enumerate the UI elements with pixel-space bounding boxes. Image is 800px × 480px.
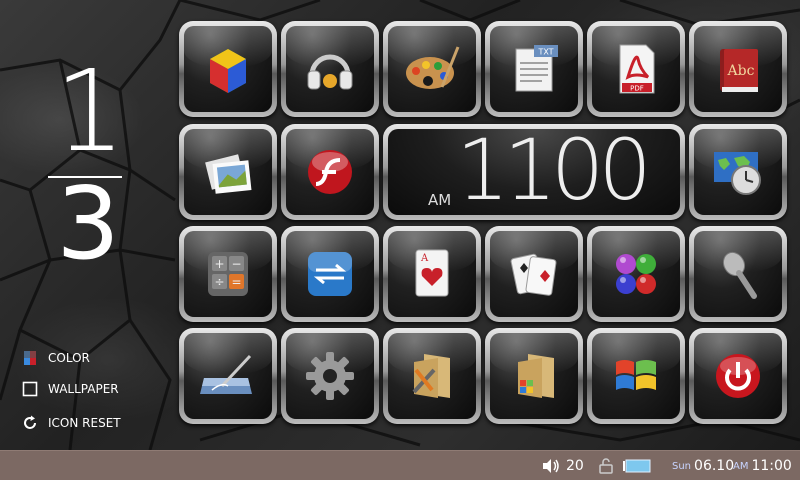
txt-badge: TXT [537, 48, 553, 57]
total-pages-number: 3 [56, 165, 120, 282]
microphone-icon [722, 251, 757, 299]
pdf-badge: PDF [630, 85, 644, 93]
wallpaper-option[interactable]: WALLPAPER [22, 381, 119, 397]
page-indicator: 1 3 [38, 47, 138, 282]
volume-indicator[interactable]: 20 [542, 451, 584, 480]
wallpaper-frame-icon [22, 381, 38, 397]
headphones-icon [307, 54, 353, 90]
status-date: Sun 06.10 [672, 451, 734, 480]
app-flash-player[interactable] [281, 124, 379, 220]
folder-tools-icon [412, 354, 450, 398]
status-ampm: AM [733, 460, 749, 472]
speaker-icon [543, 459, 559, 473]
app-color-balls[interactable] [587, 226, 685, 322]
color-option[interactable]: COLOR [22, 350, 90, 366]
svg-text:−: − [231, 257, 241, 271]
color-option-label: COLOR [48, 351, 90, 365]
app-settings[interactable] [281, 328, 379, 424]
battery-indicator [622, 451, 652, 480]
world-clock-icon [714, 152, 761, 195]
app-calculator[interactable]: + − ÷ = [179, 226, 277, 322]
clock-widget[interactable]: AM 1100 [383, 124, 685, 220]
calculator-icon: + −÷ = [208, 252, 248, 296]
app-music[interactable] [281, 21, 379, 117]
current-page-number: 1 [54, 47, 125, 177]
text-document-icon: TXT [515, 45, 558, 92]
svg-text:=: = [231, 275, 241, 289]
app-media-player[interactable] [179, 21, 277, 117]
photo-gallery-icon [205, 154, 252, 194]
app-solitaire[interactable]: A [383, 226, 481, 322]
app-power[interactable] [689, 328, 787, 424]
unlock-icon [599, 458, 613, 474]
icon-reset-option[interactable]: ICON RESET [22, 415, 121, 431]
flash-player-icon [308, 150, 352, 194]
app-notepad[interactable] [179, 328, 277, 424]
app-world-clock[interactable] [689, 124, 787, 220]
icon-reset-label: ICON RESET [48, 416, 121, 430]
app-dictionary[interactable]: Abc [689, 21, 787, 117]
folder-windows-icon [518, 354, 554, 398]
app-recorder[interactable] [689, 226, 787, 322]
page-divider [48, 176, 122, 178]
app-windows[interactable] [587, 328, 685, 424]
status-time: AM 11:00 [733, 451, 792, 480]
wallpaper-option-label: WALLPAPER [48, 382, 119, 396]
pdf-document-icon: PDF [619, 44, 655, 94]
app-gallery[interactable] [179, 124, 277, 220]
status-date-value: 06.10 [694, 458, 735, 474]
battery-icon [623, 459, 651, 473]
clock-time: 1100 [456, 129, 652, 215]
clock-ampm: AM [428, 191, 452, 209]
app-text-viewer[interactable]: TXT [485, 21, 583, 117]
status-time-value: 11:00 [751, 458, 792, 474]
notepad-pen-icon [200, 354, 252, 394]
svg-text:+: + [214, 257, 224, 271]
app-file-explorer[interactable] [485, 328, 583, 424]
volume-value: 20 [566, 458, 584, 474]
app-paint[interactable] [383, 21, 481, 117]
sync-transfer-icon [308, 252, 352, 296]
paint-palette-icon [406, 46, 460, 89]
color-swatch-icon [22, 350, 38, 366]
app-sync[interactable] [281, 226, 379, 322]
lock-indicator[interactable] [599, 451, 613, 480]
status-day: Sun [672, 460, 692, 472]
media-player-icon [210, 49, 246, 93]
status-bar: 20 Sun 06.10 AM 11:00 [0, 450, 800, 480]
solitaire-card-icon: A [415, 249, 449, 297]
settings-gear-icon [306, 352, 354, 400]
windows-logo-icon [616, 360, 656, 390]
app-pdf-viewer[interactable]: PDF [587, 21, 685, 117]
power-icon [716, 354, 760, 398]
app-poker[interactable] [485, 226, 583, 322]
app-file-tools[interactable] [383, 328, 481, 424]
svg-text:÷: ÷ [214, 275, 224, 289]
ace-label: A [420, 253, 429, 264]
color-balls-game-icon [616, 254, 656, 294]
abc-badge: Abc [727, 63, 755, 79]
dictionary-book-icon: Abc [720, 49, 758, 92]
refresh-icon [22, 415, 38, 431]
poker-cards-icon [510, 253, 557, 296]
